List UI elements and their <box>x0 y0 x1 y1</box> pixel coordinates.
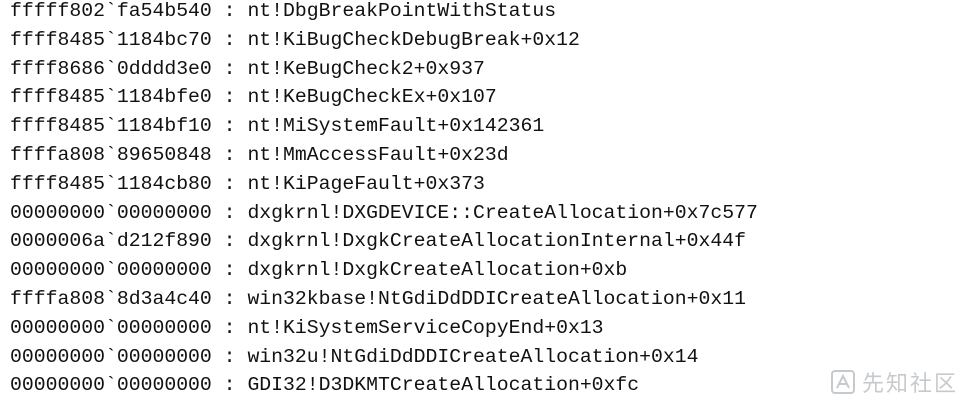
stack-trace: fffff802`fa54b540 : nt!DbgBreakPointWith… <box>10 0 965 400</box>
frame-symbol: nt!KeBugCheckEx+0x107 <box>247 86 497 109</box>
frame-address: ffff8485`1184cb80 <box>10 172 212 195</box>
frame-symbol: nt!KiBugCheckDebugBreak+0x12 <box>247 28 580 51</box>
frame-symbol: win32kbase!NtGdiDdDDICreateAllocation+0x… <box>247 287 747 310</box>
stack-frame: fffff802`fa54b540 : nt!DbgBreakPointWith… <box>10 0 965 26</box>
frame-symbol: dxgkrnl!DxgkCreateAllocationInternal+0x4… <box>247 230 747 253</box>
frame-address: 00000000`00000000 <box>10 201 212 224</box>
stack-frame: 00000000`00000000 : dxgkrnl!DxgkCreateAl… <box>10 256 965 285</box>
stack-frame: 00000000`00000000 : nt!KiSystemServiceCo… <box>10 314 965 343</box>
frame-symbol: GDI32!D3DKMTCreateAllocation+0xfc <box>247 374 640 397</box>
frame-address: 00000000`00000000 <box>10 374 212 397</box>
frame-separator: : <box>211 259 248 282</box>
frame-address: ffff8485`1184bfe0 <box>10 86 212 109</box>
frame-address: 00000000`00000000 <box>10 259 212 282</box>
frame-symbol: nt!KiPageFault+0x373 <box>247 172 485 195</box>
stack-frame: 00000000`00000000 : win32u!NtGdiDdDDICre… <box>10 343 965 372</box>
xianzhi-logo-icon <box>830 370 855 394</box>
frame-separator: : <box>211 345 248 368</box>
frame-address: ffffa808`89650848 <box>10 143 212 166</box>
frame-address: fffff802`fa54b540 <box>10 0 212 22</box>
frame-separator: : <box>211 374 248 397</box>
frame-symbol: dxgkrnl!DxgkCreateAllocation+0xb <box>247 259 628 282</box>
frame-symbol: nt!MiSystemFault+0x142361 <box>247 115 545 138</box>
frame-separator: : <box>211 172 248 195</box>
stack-frame: ffffa808`8d3a4c40 : win32kbase!NtGdiDdDD… <box>10 285 965 314</box>
frame-separator: : <box>211 86 248 109</box>
stack-frame: ffff8485`1184bfe0 : nt!KeBugCheckEx+0x10… <box>10 83 965 112</box>
frame-symbol: dxgkrnl!DXGDEVICE::CreateAllocation+0x7c… <box>247 201 758 224</box>
frame-symbol: nt!KeBugCheck2+0x937 <box>247 57 485 80</box>
frame-separator: : <box>211 316 248 339</box>
frame-address: 00000000`00000000 <box>10 345 212 368</box>
frame-symbol: nt!KiSystemServiceCopyEnd+0x13 <box>247 316 604 339</box>
frame-separator: : <box>211 28 248 51</box>
stack-frame: ffff8686`0dddd3e0 : nt!KeBugCheck2+0x937 <box>10 55 965 84</box>
frame-separator: : <box>211 57 248 80</box>
frame-address: ffff8485`1184bc70 <box>10 28 212 51</box>
frame-separator: : <box>211 0 248 22</box>
stack-frame: 0000006a`d212f890 : dxgkrnl!DxgkCreateAl… <box>10 227 965 256</box>
stack-frame: 00000000`00000000 : dxgkrnl!DXGDEVICE::C… <box>10 199 965 228</box>
frame-separator: : <box>211 230 248 253</box>
stack-frame: ffff8485`1184bc70 : nt!KiBugCheckDebugBr… <box>10 26 965 55</box>
frame-separator: : <box>211 143 248 166</box>
frame-symbol: win32u!NtGdiDdDDICreateAllocation+0x14 <box>247 345 699 368</box>
frame-address: ffffa808`8d3a4c40 <box>10 287 212 310</box>
frame-address: ffff8686`0dddd3e0 <box>10 57 212 80</box>
frame-separator: : <box>211 201 248 224</box>
stack-frame: ffffa808`89650848 : nt!MmAccessFault+0x2… <box>10 141 965 170</box>
frame-separator: : <box>211 115 248 138</box>
stack-frame: ffff8485`1184bf10 : nt!MiSystemFault+0x1… <box>10 112 965 141</box>
frame-symbol: nt!MmAccessFault+0x23d <box>247 143 509 166</box>
frame-symbol: nt!DbgBreakPointWithStatus <box>247 0 557 22</box>
watermark-text: 先知社区 <box>861 372 958 397</box>
frame-address: 00000000`00000000 <box>10 316 212 339</box>
frame-address: ffff8485`1184bf10 <box>10 115 212 138</box>
stack-frame: ffff8485`1184cb80 : nt!KiPageFault+0x373 <box>10 170 965 199</box>
stack-frame: 00000000`00000000 : GDI32!D3DKMTCreateAl… <box>10 371 965 400</box>
watermark: 先知社区 <box>830 366 958 398</box>
frame-address: 0000006a`d212f890 <box>10 230 212 253</box>
frame-separator: : <box>211 287 248 310</box>
